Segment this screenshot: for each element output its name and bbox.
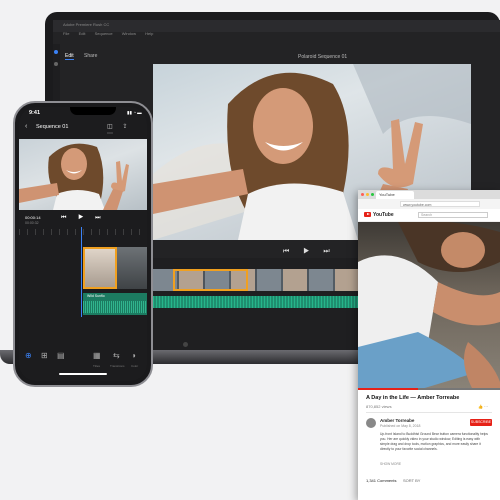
app-title: Adobe Premiere Rush CC xyxy=(63,22,110,27)
projects-icon[interactable] xyxy=(54,62,58,66)
phone-screen: 9:41 ▮▮ ◔ ▬ ‹ Sequence 01 ◫ ⇪ ⋯ 00:00:14… xyxy=(19,107,147,381)
search-input[interactable]: Search xyxy=(418,212,488,218)
play-glyph-icon xyxy=(366,213,370,215)
menu-item-window[interactable]: Window xyxy=(122,31,136,36)
tab-edit[interactable]: Edit xyxy=(65,53,74,60)
audio-clip-label: Wild Sunflo xyxy=(87,294,105,298)
view-count: 870,852 views xyxy=(366,404,392,409)
status-time: 9:41 xyxy=(29,110,41,116)
publish-date: Published on May 8, 2018 xyxy=(380,424,421,428)
transitions-icon[interactable]: ⇆ xyxy=(113,351,120,360)
tab-share[interactable]: Share xyxy=(84,53,97,59)
sort-comments-button[interactable]: SORT BY xyxy=(403,478,420,483)
playhead[interactable] xyxy=(81,227,82,317)
playback-controls[interactable]: ⏮ ▶ ⏭ xyxy=(283,248,336,256)
mode-tabs: Edit Share xyxy=(65,53,106,60)
youtube-logo-text[interactable]: YouTube xyxy=(373,212,394,218)
audio-levels-icon[interactable]: ▤ xyxy=(57,351,65,360)
layers-icon[interactable]: ⊞ xyxy=(41,351,48,360)
menu-item-help[interactable]: Help xyxy=(145,31,153,36)
channel-name[interactable]: Amber Torreabe xyxy=(380,418,414,423)
back-icon[interactable]: ‹ xyxy=(25,123,27,130)
subscribe-button[interactable]: SUBSCRIBE xyxy=(470,419,492,426)
close-window-icon[interactable] xyxy=(361,193,364,196)
menu-item-edit[interactable]: Edit xyxy=(79,31,86,36)
color-label: Color xyxy=(131,364,139,368)
transitions-label: Transitions xyxy=(110,364,125,368)
header-actions-icons[interactable]: ◫ ⇪ ⋯ xyxy=(107,123,147,137)
playback-controls[interactable]: ⏮ ▶ ⏭ xyxy=(61,215,106,222)
skateboard-video-frame xyxy=(358,222,500,390)
sequence-title: Sequence 01 xyxy=(36,124,69,130)
selected-clip[interactable] xyxy=(173,269,248,291)
video-title: A Day in the Life — Amber Torreabe xyxy=(366,395,460,401)
timeline-ruler xyxy=(19,229,147,235)
show-more-link[interactable]: SHOW MORE xyxy=(380,462,401,466)
home-indicator[interactable] xyxy=(59,373,107,375)
bottom-toolbar xyxy=(19,347,147,381)
menu-bar: File Edit Sequence Window Help xyxy=(63,31,161,36)
address-bar[interactable]: www.youtube.com xyxy=(400,201,480,207)
video-description: Up-front Island to Buddhist Ground Bear … xyxy=(380,432,488,451)
video-clip[interactable] xyxy=(117,247,147,289)
titles-icon[interactable]: ▦ xyxy=(93,351,101,360)
menu-item-file[interactable]: File xyxy=(63,31,69,36)
add-media-icon[interactable]: ⊕ xyxy=(25,351,32,360)
phone-notch xyxy=(70,107,116,115)
like-buttons[interactable]: 👍 ··· xyxy=(478,404,488,409)
comments-count: 1,341 Comments xyxy=(366,478,397,483)
divider xyxy=(366,412,492,413)
current-timecode: 00:00:14 xyxy=(25,215,41,220)
selfie-preview xyxy=(19,143,129,210)
titles-label: Titles xyxy=(93,364,101,368)
add-media-icon[interactable] xyxy=(54,50,58,54)
video-progress-fill xyxy=(358,388,418,390)
timeline-indicator xyxy=(183,342,188,347)
video-player[interactable] xyxy=(358,222,500,390)
preview-monitor[interactable] xyxy=(19,139,147,210)
menu-item-sequence[interactable]: Sequence xyxy=(95,31,113,36)
channel-avatar[interactable] xyxy=(366,418,376,428)
browser-tab[interactable]: YouTube xyxy=(376,191,414,199)
selected-video-clip[interactable] xyxy=(83,247,117,289)
minimize-window-icon[interactable] xyxy=(366,193,369,196)
maximize-window-icon[interactable] xyxy=(371,193,374,196)
status-icons: ▮▮ ◔ ▬ xyxy=(127,110,142,115)
color-icon[interactable]: ◑ xyxy=(131,351,136,360)
total-timecode: 00:00:32 xyxy=(25,221,39,225)
sequence-title: Polaroid Sequence 01 xyxy=(298,54,348,60)
browser-window: YouTube www.youtube.com YouTube Search A… xyxy=(358,190,500,500)
